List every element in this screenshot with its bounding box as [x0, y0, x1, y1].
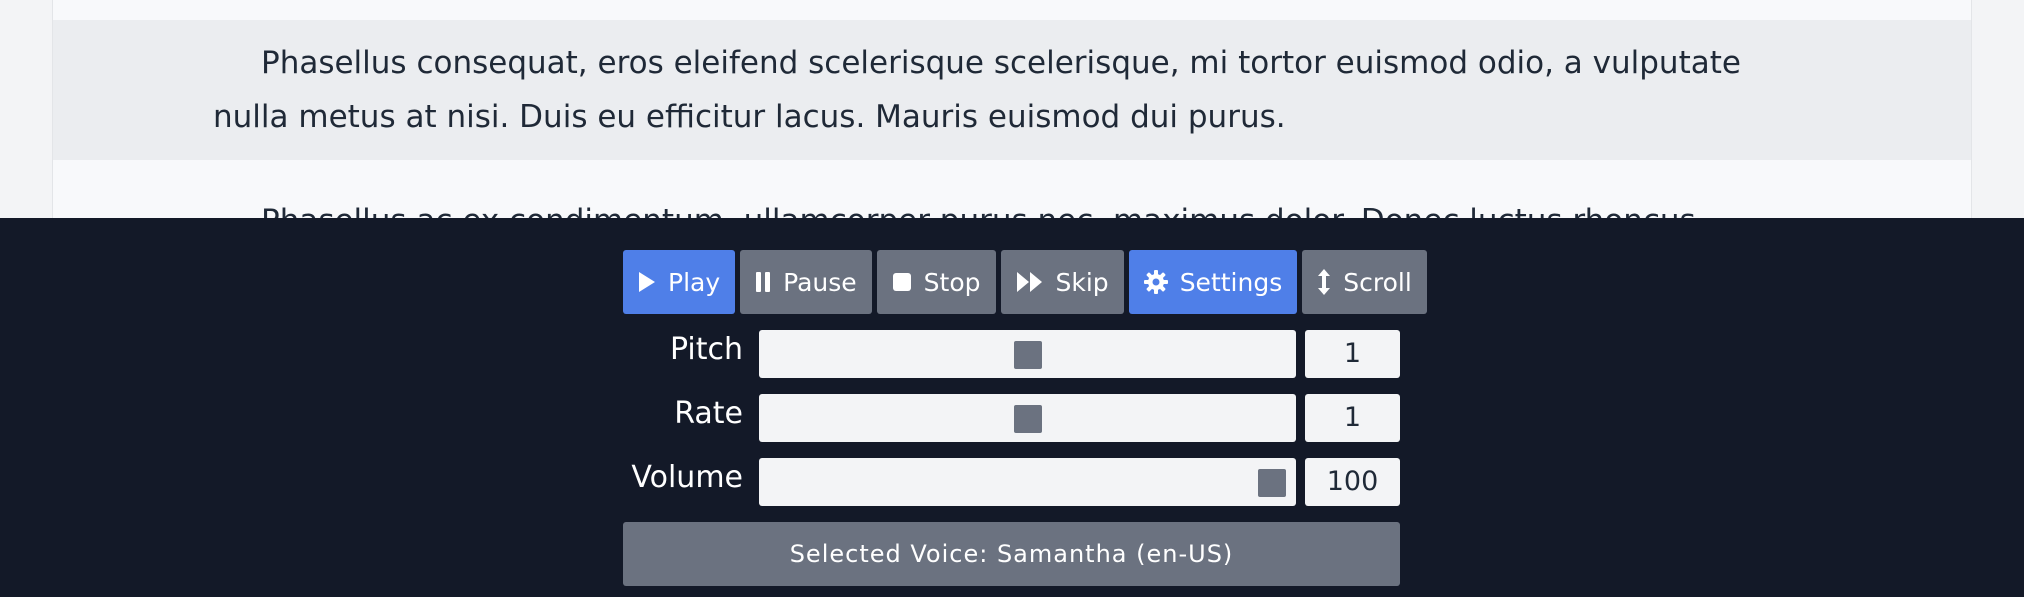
- play-label: Play: [668, 267, 721, 297]
- pitch-label: Pitch: [669, 332, 743, 367]
- play-icon: [638, 271, 656, 293]
- stop-icon: [892, 272, 912, 292]
- volume-value-field[interactable]: 100: [1305, 458, 1400, 506]
- volume-slider-thumb[interactable]: [1258, 469, 1286, 497]
- pitch-control: Pitch 1: [623, 328, 1400, 378]
- paragraph-previous: [53, 0, 1971, 20]
- rate-slider[interactable]: [759, 394, 1296, 442]
- pitch-slider-thumb[interactable]: [1013, 341, 1042, 369]
- paragraph-highlighted: Phasellus consequat, eros eleifend scele…: [53, 20, 1971, 160]
- player-toolbar: Play Pause Stop Skip Settings Scroll: [623, 250, 1427, 314]
- play-button[interactable]: Play: [623, 250, 736, 314]
- volume-label: Volume: [631, 460, 743, 495]
- rate-control: Rate 1: [623, 392, 1400, 442]
- voice-select-button[interactable]: Selected Voice: Samantha (en-US): [623, 522, 1400, 586]
- volume-slider[interactable]: [759, 458, 1296, 506]
- skip-icon: [1016, 271, 1044, 293]
- pitch-value-field[interactable]: 1: [1305, 330, 1400, 378]
- scroll-button[interactable]: Scroll: [1302, 250, 1427, 314]
- paragraph-next: Phasellus ac ex condimentum, ullamcorper…: [53, 194, 1971, 218]
- speech-player: Play Pause Stop Skip Settings Scroll Pit…: [0, 218, 2024, 597]
- gear-icon: [1143, 270, 1168, 294]
- skip-label: Skip: [1055, 267, 1109, 297]
- rate-label: Rate: [674, 396, 743, 431]
- volume-control: Volume 100: [623, 456, 1400, 506]
- scroll-label: Scroll: [1343, 267, 1412, 297]
- pitch-slider[interactable]: [759, 330, 1296, 378]
- pause-button[interactable]: Pause: [740, 250, 872, 314]
- settings-label: Settings: [1179, 267, 1283, 297]
- settings-button[interactable]: Settings: [1128, 250, 1298, 314]
- rate-slider-thumb[interactable]: [1013, 405, 1042, 433]
- stop-label: Stop: [923, 267, 981, 297]
- pause-label: Pause: [783, 267, 857, 297]
- reading-content: Phasellus consequat, eros eleifend scele…: [52, 0, 1972, 218]
- pause-icon: [755, 271, 771, 293]
- vertical-arrows-icon: [1317, 269, 1331, 295]
- stop-button[interactable]: Stop: [876, 250, 996, 314]
- rate-value-field[interactable]: 1: [1305, 394, 1400, 442]
- skip-button[interactable]: Skip: [1000, 250, 1124, 314]
